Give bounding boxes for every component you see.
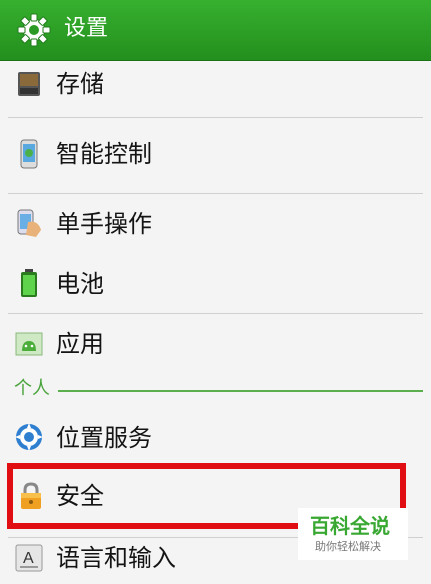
one-hand-icon bbox=[17, 209, 41, 237]
sd-card-icon bbox=[18, 72, 40, 96]
settings-item-one-hand[interactable]: 单手操作 bbox=[0, 200, 431, 248]
settings-item-label: 语言和输入 bbox=[56, 544, 176, 572]
settings-item-label: 存储 bbox=[56, 70, 104, 98]
settings-item-label: 应用 bbox=[56, 330, 104, 358]
section-divider bbox=[58, 390, 423, 392]
divider bbox=[8, 193, 423, 194]
phone-control-icon bbox=[20, 139, 38, 169]
watermark-subtitle: 助你轻松解决 bbox=[315, 540, 381, 553]
settings-item-label: 智能控制 bbox=[56, 140, 152, 168]
settings-item-label: 电池 bbox=[56, 270, 104, 298]
settings-item-label: 位置服务 bbox=[56, 424, 152, 452]
divider bbox=[8, 313, 423, 314]
settings-item-smart-control[interactable]: 智能控制 bbox=[0, 132, 431, 176]
battery-icon bbox=[21, 269, 37, 297]
svg-text:A: A bbox=[23, 550, 34, 567]
settings-item-battery[interactable]: 电池 bbox=[0, 262, 431, 306]
keyboard-a-icon: A bbox=[15, 544, 43, 572]
divider bbox=[8, 117, 423, 118]
settings-item-storage[interactable]: 存储 bbox=[0, 64, 431, 104]
settings-item-apps[interactable]: 应用 bbox=[0, 322, 431, 366]
section-header-personal: 个人 bbox=[14, 378, 50, 399]
android-apps-icon bbox=[15, 332, 43, 356]
page-title: 设置 bbox=[64, 16, 109, 41]
app-header: 设置 bbox=[0, 0, 431, 61]
gear-icon[interactable] bbox=[16, 12, 52, 48]
watermark-title: 百科全说 bbox=[310, 514, 390, 538]
location-icon bbox=[15, 423, 43, 451]
settings-item-label: 单手操作 bbox=[56, 210, 152, 238]
settings-item-location[interactable]: 位置服务 bbox=[0, 414, 431, 460]
watermark-logo: 百科全说 助你轻松解决 bbox=[298, 508, 408, 560]
